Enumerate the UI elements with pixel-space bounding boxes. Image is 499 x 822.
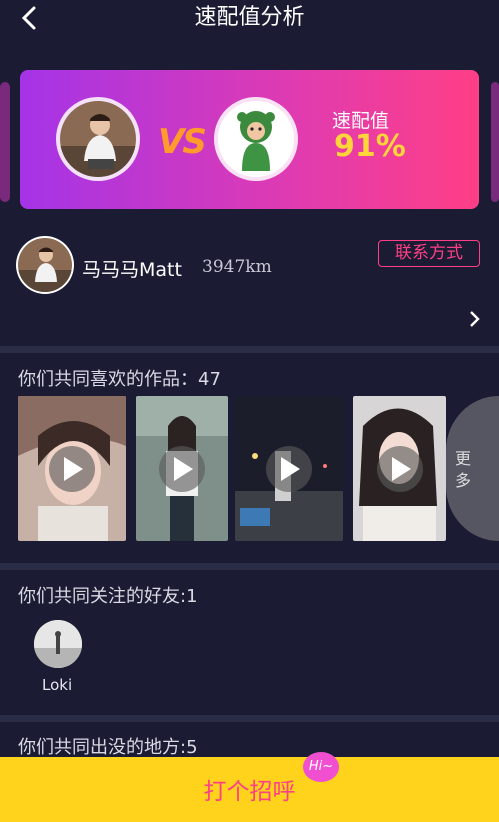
divider — [0, 563, 499, 570]
contact-button[interactable]: 联系方式 — [378, 240, 480, 267]
play-icon[interactable] — [159, 445, 205, 492]
my-avatar[interactable] — [60, 101, 136, 177]
top-bar: 速配值分析 — [0, 0, 499, 42]
user-name: 马马马Matt — [82, 259, 182, 281]
friends-title: 你们共同关注的好友:1 — [18, 586, 198, 607]
user-distance: 3947km — [202, 257, 272, 277]
prev-card-peek[interactable] — [0, 82, 10, 202]
friend-avatar[interactable] — [34, 620, 82, 668]
chevron-right-icon[interactable] — [468, 309, 480, 333]
page-title: 速配值分析 — [194, 5, 305, 30]
more-label[interactable]: 更多 — [455, 448, 471, 492]
more-works-button[interactable] — [446, 396, 499, 541]
other-avatar[interactable] — [218, 101, 294, 177]
friend-name[interactable]: Loki — [42, 676, 72, 694]
work-thumb-4[interactable] — [353, 396, 446, 541]
work-thumb-2[interactable] — [136, 396, 228, 541]
places-title: 你们共同出没的地方:5 — [18, 737, 198, 758]
play-icon[interactable] — [376, 445, 423, 492]
divider — [0, 346, 499, 353]
play-icon[interactable] — [49, 445, 95, 492]
works-title: 你们共同喜欢的作品：47 — [18, 369, 221, 390]
play-icon[interactable] — [266, 445, 312, 492]
work-thumb-3[interactable] — [235, 396, 343, 541]
match-value: 91% — [334, 129, 406, 164]
divider — [0, 715, 499, 722]
hi-badge: Hi~ — [303, 752, 339, 782]
user-avatar[interactable] — [18, 238, 72, 292]
greet-label[interactable]: 打个招呼 — [0, 772, 499, 806]
vs-icon: VS — [158, 122, 207, 162]
next-card-peek[interactable] — [491, 82, 499, 202]
work-thumb-1[interactable] — [18, 396, 126, 541]
